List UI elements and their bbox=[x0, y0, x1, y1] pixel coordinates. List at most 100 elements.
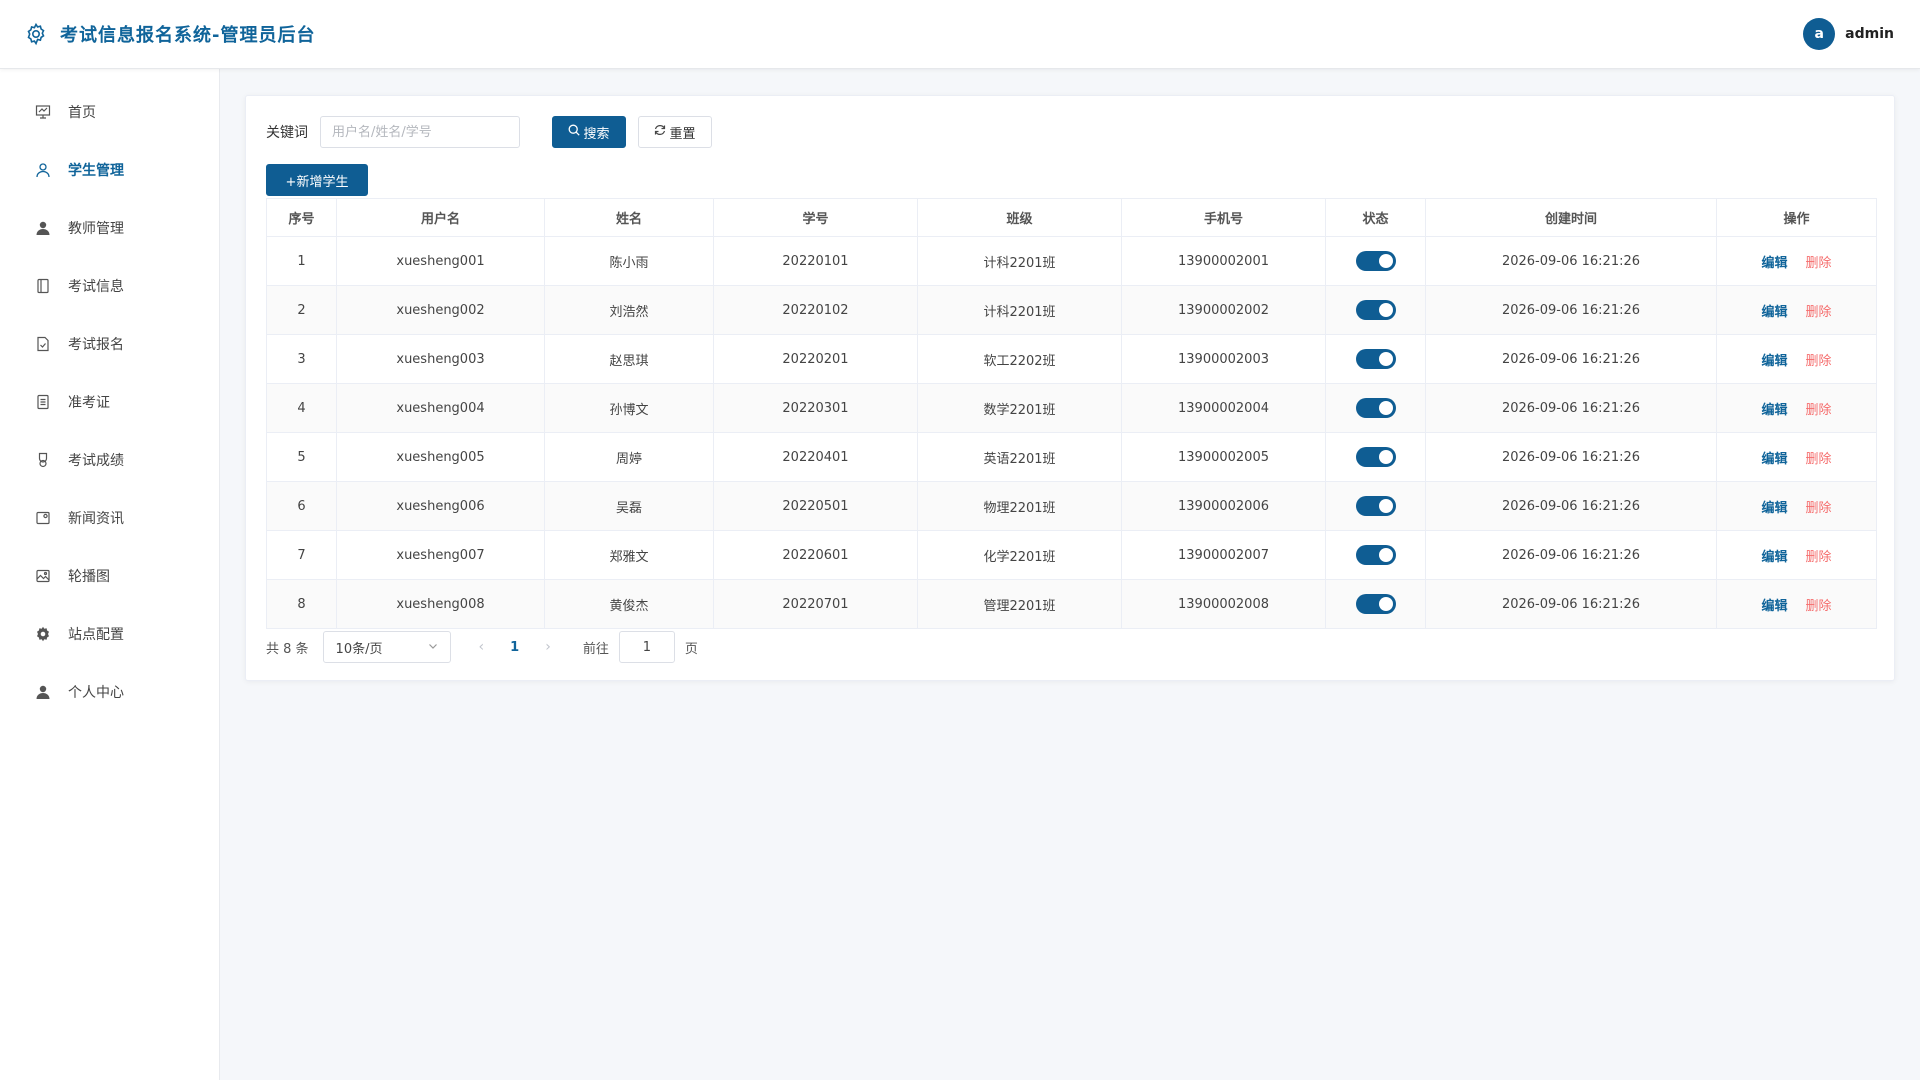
status-toggle[interactable] bbox=[1355, 496, 1396, 516]
status-toggle[interactable] bbox=[1355, 594, 1396, 614]
table-row: 7 xuesheng007 郑雅文 20220601 化学2201班 13900… bbox=[266, 530, 1877, 580]
table-row: 3 xuesheng003 赵思琪 20220201 软工2202班 13900… bbox=[266, 334, 1877, 384]
pagination: 共 8 条 10条/页 ‹ 1 › 前往 页 bbox=[266, 631, 698, 663]
delete-button[interactable]: 删除 bbox=[1806, 599, 1832, 614]
goto-page-input[interactable] bbox=[618, 631, 675, 663]
cell-actions: 编辑 删除 bbox=[1716, 579, 1877, 629]
cell-name: 刘浩然 bbox=[544, 285, 714, 335]
delete-button[interactable]: 删除 bbox=[1806, 354, 1832, 369]
cell-status bbox=[1325, 481, 1426, 531]
edit-button[interactable]: 编辑 bbox=[1761, 305, 1787, 320]
column-header: 姓名 bbox=[544, 198, 714, 237]
cell-index: 8 bbox=[266, 579, 337, 629]
status-toggle[interactable] bbox=[1355, 447, 1396, 467]
delete-button[interactable]: 删除 bbox=[1806, 501, 1832, 516]
cell-class: 计科2201班 bbox=[917, 236, 1122, 286]
sidebar-item-carousel[interactable]: 轮播图 bbox=[0, 547, 219, 605]
search-button[interactable]: 搜索 bbox=[552, 116, 626, 148]
cell-student-no: 20220601 bbox=[713, 530, 918, 580]
column-header: 状态 bbox=[1325, 198, 1426, 237]
column-header: 学号 bbox=[713, 198, 918, 237]
delete-button[interactable]: 删除 bbox=[1806, 452, 1832, 467]
reset-button-label: 重置 bbox=[669, 126, 696, 142]
user-filled-icon bbox=[34, 219, 52, 237]
sidebar-item-exam-registration[interactable]: 考试报名 bbox=[0, 315, 219, 373]
search-icon bbox=[568, 124, 581, 140]
cell-class: 数学2201班 bbox=[917, 383, 1122, 433]
delete-button[interactable]: 删除 bbox=[1806, 305, 1832, 320]
delete-button[interactable]: 删除 bbox=[1806, 550, 1832, 565]
cell-student-no: 20220401 bbox=[713, 432, 918, 482]
cell-phone: 13900002005 bbox=[1121, 432, 1326, 482]
cell-status bbox=[1325, 236, 1426, 286]
avatar-icon bbox=[34, 683, 52, 701]
search-input[interactable] bbox=[320, 116, 520, 148]
sidebar-item-teachers[interactable]: 教师管理 bbox=[0, 199, 219, 257]
cell-index: 6 bbox=[266, 481, 337, 531]
cell-index: 2 bbox=[266, 285, 337, 335]
reset-button[interactable]: 重置 bbox=[638, 116, 712, 148]
edit-button[interactable]: 编辑 bbox=[1761, 256, 1787, 271]
sidebar-item-exam-info[interactable]: 考试信息 bbox=[0, 257, 219, 315]
cell-name: 陈小雨 bbox=[544, 236, 714, 286]
cell-created: 2026-09-06 16:21:26 bbox=[1425, 285, 1717, 335]
cell-phone: 13900002008 bbox=[1121, 579, 1326, 629]
cell-status bbox=[1325, 579, 1426, 629]
table-row: 5 xuesheng005 周婷 20220401 英语2201班 139000… bbox=[266, 432, 1877, 482]
cell-phone: 13900002006 bbox=[1121, 481, 1326, 531]
sidebar-item-news[interactable]: 新闻资讯 bbox=[0, 489, 219, 547]
sidebar-item-label: 学生管理 bbox=[68, 163, 124, 179]
column-header: 序号 bbox=[266, 198, 337, 237]
edit-button[interactable]: 编辑 bbox=[1761, 452, 1787, 467]
cell-username: xuesheng002 bbox=[336, 285, 545, 335]
edit-button[interactable]: 编辑 bbox=[1761, 550, 1787, 565]
cell-created: 2026-09-06 16:21:26 bbox=[1425, 383, 1717, 433]
students-table: 序号 用户名 姓名 学号 班级 手机号 状态 创建时间 操作 1 xueshen… bbox=[266, 198, 1877, 629]
sidebar-item-students[interactable]: 学生管理 bbox=[0, 141, 219, 199]
cell-class: 化学2201班 bbox=[917, 530, 1122, 580]
cell-actions: 编辑 删除 bbox=[1716, 530, 1877, 580]
column-header: 用户名 bbox=[336, 198, 545, 237]
cell-status bbox=[1325, 530, 1426, 580]
add-student-button[interactable]: +新增学生 bbox=[266, 164, 368, 196]
sidebar-item-label: 准考证 bbox=[68, 395, 110, 411]
edit-button[interactable]: 编辑 bbox=[1761, 403, 1787, 418]
page-size-value: 10条/页 bbox=[335, 641, 383, 657]
cell-student-no: 20220201 bbox=[713, 334, 918, 384]
cell-created: 2026-09-06 16:21:26 bbox=[1425, 432, 1717, 482]
delete-button[interactable]: 删除 bbox=[1806, 256, 1832, 271]
presentation-icon bbox=[34, 103, 52, 121]
cell-class: 物理2201班 bbox=[917, 481, 1122, 531]
sidebar-item-profile[interactable]: 个人中心 bbox=[0, 663, 219, 721]
edit-button[interactable]: 编辑 bbox=[1761, 599, 1787, 614]
delete-button[interactable]: 删除 bbox=[1806, 403, 1832, 418]
next-page-button[interactable]: › bbox=[545, 639, 551, 655]
cell-name: 吴磊 bbox=[544, 481, 714, 531]
status-toggle[interactable] bbox=[1355, 300, 1396, 320]
username[interactable]: admin bbox=[1845, 26, 1894, 42]
cell-created: 2026-09-06 16:21:26 bbox=[1425, 530, 1717, 580]
status-toggle[interactable] bbox=[1355, 398, 1396, 418]
cell-class: 软工2202班 bbox=[917, 334, 1122, 384]
status-toggle[interactable] bbox=[1355, 545, 1396, 565]
page-size-select[interactable]: 10条/页 bbox=[322, 631, 451, 663]
sidebar-item-admission-ticket[interactable]: 准考证 bbox=[0, 373, 219, 431]
user-menu[interactable]: a admin bbox=[1803, 18, 1894, 50]
sidebar-item-exam-scores[interactable]: 考试成绩 bbox=[0, 431, 219, 489]
cell-status bbox=[1325, 285, 1426, 335]
sidebar-item-site-settings[interactable]: 站点配置 bbox=[0, 605, 219, 663]
edit-button[interactable]: 编辑 bbox=[1761, 501, 1787, 516]
cell-actions: 编辑 删除 bbox=[1716, 432, 1877, 482]
cell-class: 英语2201班 bbox=[917, 432, 1122, 482]
edit-button[interactable]: 编辑 bbox=[1761, 354, 1787, 369]
avatar[interactable]: a bbox=[1803, 18, 1836, 50]
status-toggle[interactable] bbox=[1355, 349, 1396, 369]
page-number[interactable]: 1 bbox=[510, 640, 519, 655]
cell-created: 2026-09-06 16:21:26 bbox=[1425, 236, 1717, 286]
prev-page-button[interactable]: ‹ bbox=[479, 639, 485, 655]
status-toggle[interactable] bbox=[1355, 251, 1396, 271]
cell-index: 1 bbox=[266, 236, 337, 286]
cell-username: xuesheng001 bbox=[336, 236, 545, 286]
total-count: 共 8 条 bbox=[266, 641, 309, 657]
sidebar-item-home[interactable]: 首页 bbox=[0, 83, 219, 141]
